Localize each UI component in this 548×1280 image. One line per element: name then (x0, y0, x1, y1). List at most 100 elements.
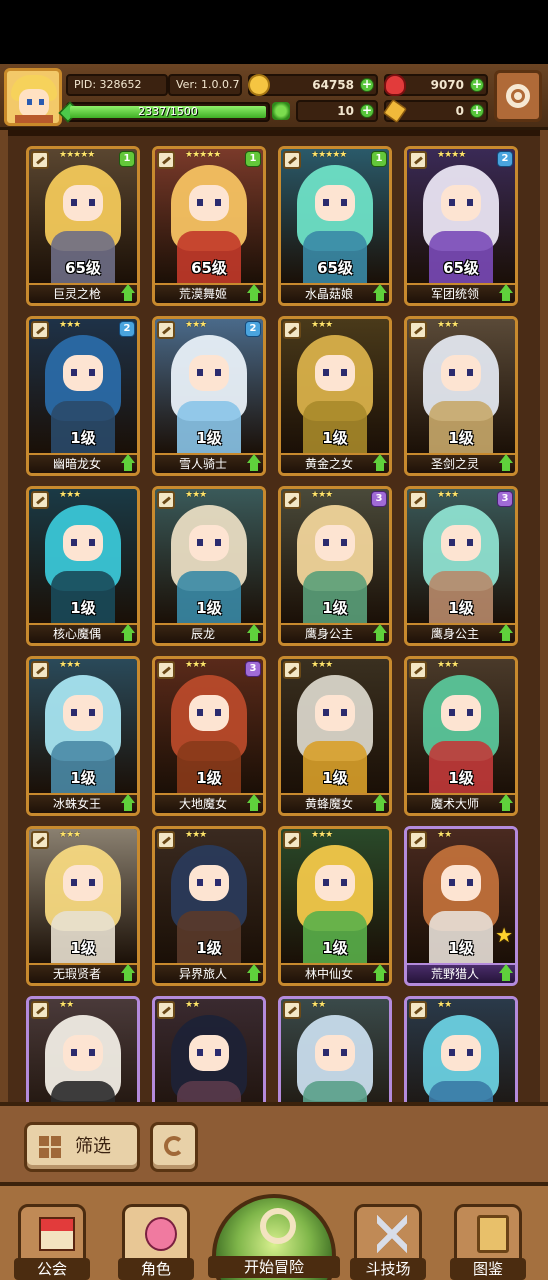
nav-adventure-label: 开始冒险 (208, 1256, 340, 1278)
upgrade-arrow-icon (245, 963, 263, 983)
star-rating: ★★★ (185, 320, 207, 330)
gear-icon (506, 84, 530, 108)
star-rating: ★★ (311, 1000, 326, 1010)
hero-card[interactable]: ★★★ 1级 黄金之女 (278, 316, 392, 476)
nav-adventure[interactable]: 开始冒险 (208, 1194, 340, 1280)
add-clover-icon[interactable]: + (360, 104, 374, 118)
add-key-icon[interactable]: + (470, 104, 484, 118)
weapon-type-icon (283, 1001, 301, 1019)
hero-list-panel[interactable]: ★★★★★ 1 65级 巨灵之枪 ★★★★★ 1 65级 荒漠舞姬 ★★★★★ 1 65级 水晶菇娘 ★… (0, 130, 548, 1102)
hero-level: 1级 (448, 599, 474, 617)
hero-level: 1级 (70, 599, 96, 617)
hero-card[interactable]: ★★★ 2 1级 雪人骑士 (152, 316, 266, 476)
nav-guild[interactable]: 公会 (14, 1204, 90, 1280)
hero-card[interactable]: ★★★ 1级 魔术大师 (404, 656, 518, 816)
star-rating: ★★★ (185, 660, 207, 670)
hero-card[interactable]: ★★★★ 2 65级 军团统领 (404, 146, 518, 306)
hero-card[interactable]: ★★★★★ 1 65级 巨灵之枪 (26, 146, 140, 306)
hero-level: 1级 (322, 939, 348, 957)
hero-count-badge: 1 (371, 151, 387, 167)
hero-level: 1级 (70, 429, 96, 447)
hero-card[interactable]: ★★★★★ 1 65级 水晶菇娘 (278, 146, 392, 306)
hero-count-badge: 1 (119, 151, 135, 167)
hero-card[interactable]: ★★★ 1级 林中仙女 (278, 826, 392, 986)
key-icon (382, 98, 408, 124)
refresh-icon (164, 1136, 184, 1156)
weapon-type-icon (157, 831, 175, 849)
hero-card[interactable]: ★★★★★ 1 65级 荒漠舞姬 (152, 146, 266, 306)
hero-card[interactable]: ★★★ 1级 黄蜂魔女 (278, 656, 392, 816)
hero-card[interactable]: ★★ (278, 996, 392, 1102)
system-status-bar (0, 0, 548, 64)
hero-card[interactable]: ★★★ 3 1级 大地魔女 (152, 656, 266, 816)
upgrade-arrow-icon (371, 283, 389, 303)
upgrade-arrow-icon (497, 793, 515, 813)
clover-amount: 10 (337, 104, 354, 118)
weapon-type-icon (31, 151, 49, 169)
nav-heroes[interactable]: 角色 (118, 1204, 194, 1280)
star-rating: ★★★ (59, 830, 81, 840)
star-rating: ★★★★★ (185, 150, 221, 160)
weapon-type-icon (409, 1001, 427, 1019)
guild-icon (39, 1217, 75, 1251)
star-rating: ★★★★★ (59, 150, 95, 160)
grid-icon (39, 1136, 61, 1158)
hero-card[interactable]: ★★ (404, 996, 518, 1102)
crossed-swords-icon (377, 1215, 407, 1253)
top-bar: PID: 328652 Ver: 1.0.0.7 64758 + 9070 + … (0, 64, 548, 130)
add-gold-icon[interactable]: + (360, 78, 374, 92)
hero-card[interactable]: ★★★ 2 1级 幽暗龙女 (26, 316, 140, 476)
weapon-type-icon (409, 321, 427, 339)
gold-counter[interactable]: 64758 + (248, 74, 378, 96)
nav-arena[interactable]: 斗技场 (350, 1204, 426, 1280)
weapon-type-icon (409, 831, 427, 849)
star-rating: ★★★ (437, 660, 459, 670)
ruby-icon (384, 74, 406, 96)
star-rating: ★★★ (59, 490, 81, 500)
hero-card[interactable]: ★★★ 1级 辰龙 (152, 486, 266, 646)
weapon-type-icon (157, 151, 175, 169)
hero-card[interactable]: ★★★ 1级 核心魔偶 (26, 486, 140, 646)
hero-level: 1级 (448, 429, 474, 447)
key-counter[interactable]: 0 + (382, 98, 488, 124)
star-rating: ★★★★★ (311, 150, 347, 160)
weapon-type-icon (157, 321, 175, 339)
nav-codex[interactable]: 图鉴 (450, 1204, 526, 1280)
hero-level: 1级 (196, 939, 222, 957)
hero-card[interactable]: ★★★ 3 1级 鹰身公主 (278, 486, 392, 646)
hero-card[interactable]: ★★★ 1级 异界旅人 (152, 826, 266, 986)
upgrade-arrow-icon (497, 623, 515, 643)
upgrade-arrow-icon (497, 453, 515, 473)
upgrade-arrow-icon (497, 283, 515, 303)
hero-card[interactable]: ★★ (26, 996, 140, 1102)
upgrade-arrow-icon (119, 963, 137, 983)
hero-level: 1级 (196, 599, 222, 617)
upgrade-arrow-icon (371, 793, 389, 813)
star-rating: ★★★ (59, 320, 81, 330)
coin-icon (248, 74, 270, 96)
hero-level: 1级 (448, 939, 474, 957)
hero-count-badge: 2 (497, 151, 513, 167)
hero-card[interactable]: ★★★ 1级 无瑕贤者 (26, 826, 140, 986)
star-rating: ★★★ (311, 830, 333, 840)
gem-counter[interactable]: 9070 + (384, 74, 488, 96)
add-gem-icon[interactable]: + (470, 78, 484, 92)
nav-arena-label: 斗技场 (350, 1258, 426, 1280)
star-rating: ★★ (59, 1000, 74, 1010)
star-rating: ★★★ (311, 320, 333, 330)
filter-button[interactable]: 筛选 (24, 1122, 140, 1172)
hero-card[interactable]: ★★ ★ 1级 荒野猎人 (404, 826, 518, 986)
settings-button[interactable] (494, 70, 542, 122)
hero-card[interactable]: ★★★ 1级 圣剑之灵 (404, 316, 518, 476)
hero-card[interactable]: ★★★ 1级 冰蛛女王 (26, 656, 140, 816)
weapon-type-icon (157, 491, 175, 509)
star-rating: ★★★★ (437, 150, 466, 160)
xp-text: 2337/1500 (138, 105, 198, 118)
star-rating: ★★★ (437, 320, 459, 330)
hero-level: 1级 (322, 429, 348, 447)
sort-toggle-button[interactable] (150, 1122, 198, 1172)
hero-card[interactable]: ★★★ 3 1级 鹰身公主 (404, 486, 518, 646)
player-avatar[interactable] (4, 68, 62, 126)
clover-counter[interactable]: 10 + (296, 100, 378, 122)
hero-card[interactable]: ★★ (152, 996, 266, 1102)
